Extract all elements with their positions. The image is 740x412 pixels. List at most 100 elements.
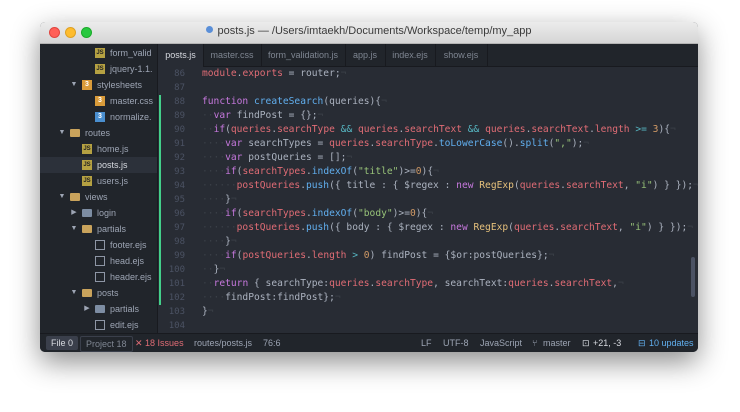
code-token: )>= — [392, 208, 410, 219]
chevron-down-icon[interactable]: ▼ — [70, 77, 78, 93]
code-line[interactable]: ····var searchTypes = queries.searchType… — [202, 137, 589, 151]
encoding[interactable]: UTF-8 — [443, 334, 469, 352]
tree-item-label: views — [85, 192, 108, 202]
code-line[interactable]: ····var postQueries = [];¬ — [202, 151, 352, 165]
tree-item[interactable]: footer.ejs — [40, 237, 157, 253]
code-token: postQueries = []; — [242, 152, 347, 163]
code-line[interactable]: ······postQueries.push({ body : { $regex… — [202, 221, 693, 235]
code-line[interactable]: ····if(postQueries.length > 0) findPost … — [202, 249, 554, 263]
tree-item[interactable]: ▼ views — [40, 189, 157, 205]
chevron-right-icon[interactable]: ▶ — [83, 301, 91, 317]
code-token: (). — [502, 138, 520, 149]
cursor-position[interactable]: 76:6 — [263, 334, 281, 352]
code-line[interactable]: ··}¬ — [202, 263, 225, 277]
tab-index-ejs[interactable]: index.ejs — [385, 44, 436, 66]
code-line[interactable]: ····if(searchTypes.indexOf("title")>=0){… — [202, 165, 439, 179]
code-line[interactable]: module.exports = router;¬ — [202, 67, 346, 81]
tree-item[interactable]: ▼ routes — [40, 125, 157, 141]
tree-item[interactable]: ▼ 3 stylesheets — [40, 77, 157, 93]
code-line[interactable]: ··return { searchType:queries.searchType… — [202, 277, 624, 291]
issues-indicator[interactable]: ✕ 18 Issues — [135, 334, 184, 352]
code-token: ·· — [202, 264, 214, 275]
code-token: var — [225, 152, 243, 163]
tree-item[interactable]: ▼ partials — [40, 221, 157, 237]
tab-master-css[interactable]: master.css — [203, 44, 262, 66]
line-number: 102 — [168, 293, 185, 303]
git-diff-count[interactable]: +21, -3 — [593, 334, 621, 352]
code-line[interactable]: ··if(queries.searchType && queries.searc… — [202, 123, 676, 137]
tree-item-label: users.js — [97, 176, 129, 186]
code-line[interactable]: }¬ — [202, 305, 214, 319]
code-token: ¬ — [317, 110, 324, 121]
line-number: 93 — [174, 167, 185, 177]
tree-item-label: footer.ejs — [110, 240, 147, 250]
code-token: toLowerCase — [438, 138, 503, 149]
code-line[interactable]: ····}¬ — [202, 193, 237, 207]
code-token: if — [225, 208, 237, 219]
code-token: split — [519, 138, 549, 149]
editor-window: posts.js — /Users/imtaekh/Documents/Work… — [40, 22, 698, 352]
tree-item[interactable]: JS users.js — [40, 173, 157, 189]
tree-view[interactable]: JS form_valid JS jquery-1.1. ▼ 3 stylesheets 3 m… — [40, 44, 158, 334]
chevron-down-icon[interactable]: ▼ — [58, 125, 66, 141]
code-line[interactable]: ····findPost:findPost};¬ — [202, 291, 341, 305]
code-token: queries — [513, 222, 555, 233]
file-button[interactable]: File 0 — [46, 336, 79, 350]
tab-show-ejs[interactable]: show.ejs — [435, 44, 488, 66]
code-token: ·· — [202, 110, 214, 121]
code-token: postQueries — [242, 250, 306, 261]
tab-posts-js[interactable]: posts.js — [158, 44, 204, 67]
tree-item[interactable]: JS jquery-1.1. — [40, 61, 157, 77]
tab-form-validation-js[interactable]: form_validation.js — [261, 44, 346, 66]
chevron-down-icon[interactable]: ▼ — [70, 221, 78, 237]
tree-item-label: jquery-1.1. — [110, 64, 153, 74]
css-file-icon: 3 — [95, 112, 105, 122]
code-line[interactable]: ····if(searchTypes.indexOf("body")>=0){¬ — [202, 207, 433, 221]
code-token: ···· — [202, 138, 226, 149]
tab-bar: posts.js master.css form_validation.js app.… — [158, 44, 698, 67]
git-added-lines-marker — [159, 95, 161, 305]
tree-item[interactable]: ▶ partials — [40, 301, 157, 317]
tab-app-js[interactable]: app.js — [345, 44, 386, 66]
code-line[interactable]: function createSearch(queries){¬ — [202, 95, 387, 109]
line-number: 99 — [174, 251, 185, 261]
chevron-down-icon[interactable]: ▼ — [70, 285, 78, 301]
tree-item[interactable]: edit.ejs — [40, 317, 157, 333]
chevron-down-icon[interactable]: ▼ — [58, 189, 66, 205]
code-token: searchText — [554, 278, 613, 289]
tree-item[interactable]: ▼ posts — [40, 285, 157, 301]
code-line[interactable]: ····}¬ — [202, 235, 237, 249]
tree-item[interactable]: JS form_valid — [40, 45, 157, 61]
grammar-selector[interactable]: JavaScript — [480, 334, 522, 352]
tree-item[interactable]: ▶ login — [40, 205, 157, 221]
code-token: ¬ — [427, 208, 434, 219]
js-file-icon: JS — [95, 48, 105, 58]
code-token: if — [225, 250, 237, 261]
tree-item[interactable]: JS home.js — [40, 141, 157, 157]
project-button[interactable]: Project 18 — [80, 336, 133, 352]
tree-item[interactable]: header.ejs — [40, 269, 157, 285]
tree-item[interactable]: JS posts.js — [40, 157, 157, 173]
code-token: ¬ — [334, 292, 341, 303]
chevron-right-icon[interactable]: ▶ — [70, 205, 78, 221]
code-token: queries — [519, 180, 561, 191]
code-line[interactable]: ··var findPost = {};¬ — [202, 109, 323, 123]
code-line[interactable]: ······postQueries.push({ title : { $rege… — [202, 179, 698, 193]
vertical-scrollbar[interactable] — [691, 257, 695, 297]
tree-item[interactable]: 3 normalize. — [40, 109, 157, 125]
line-number: 89 — [174, 111, 185, 121]
tree-item[interactable]: head.ejs — [40, 253, 157, 269]
branch-name[interactable]: master — [543, 334, 571, 352]
code-token: length — [594, 124, 630, 135]
folder-open-icon — [82, 225, 92, 233]
file-path[interactable]: routes/posts.js — [194, 334, 252, 352]
code-token: searchTypes — [242, 208, 306, 219]
code-token: var — [213, 110, 231, 121]
line-number: 92 — [174, 153, 185, 163]
code-editor[interactable]: 86 87 88 89 90 91 92 93 94 95 96 97 98 99 100 101 102 103… — [158, 67, 698, 334]
updates-indicator[interactable]: 10 updates — [649, 334, 694, 352]
line-ending[interactable]: LF — [421, 334, 432, 352]
tree-item[interactable]: 3 master.css — [40, 93, 157, 109]
folder-icon — [95, 305, 105, 313]
code-token: ¬ — [548, 250, 555, 261]
